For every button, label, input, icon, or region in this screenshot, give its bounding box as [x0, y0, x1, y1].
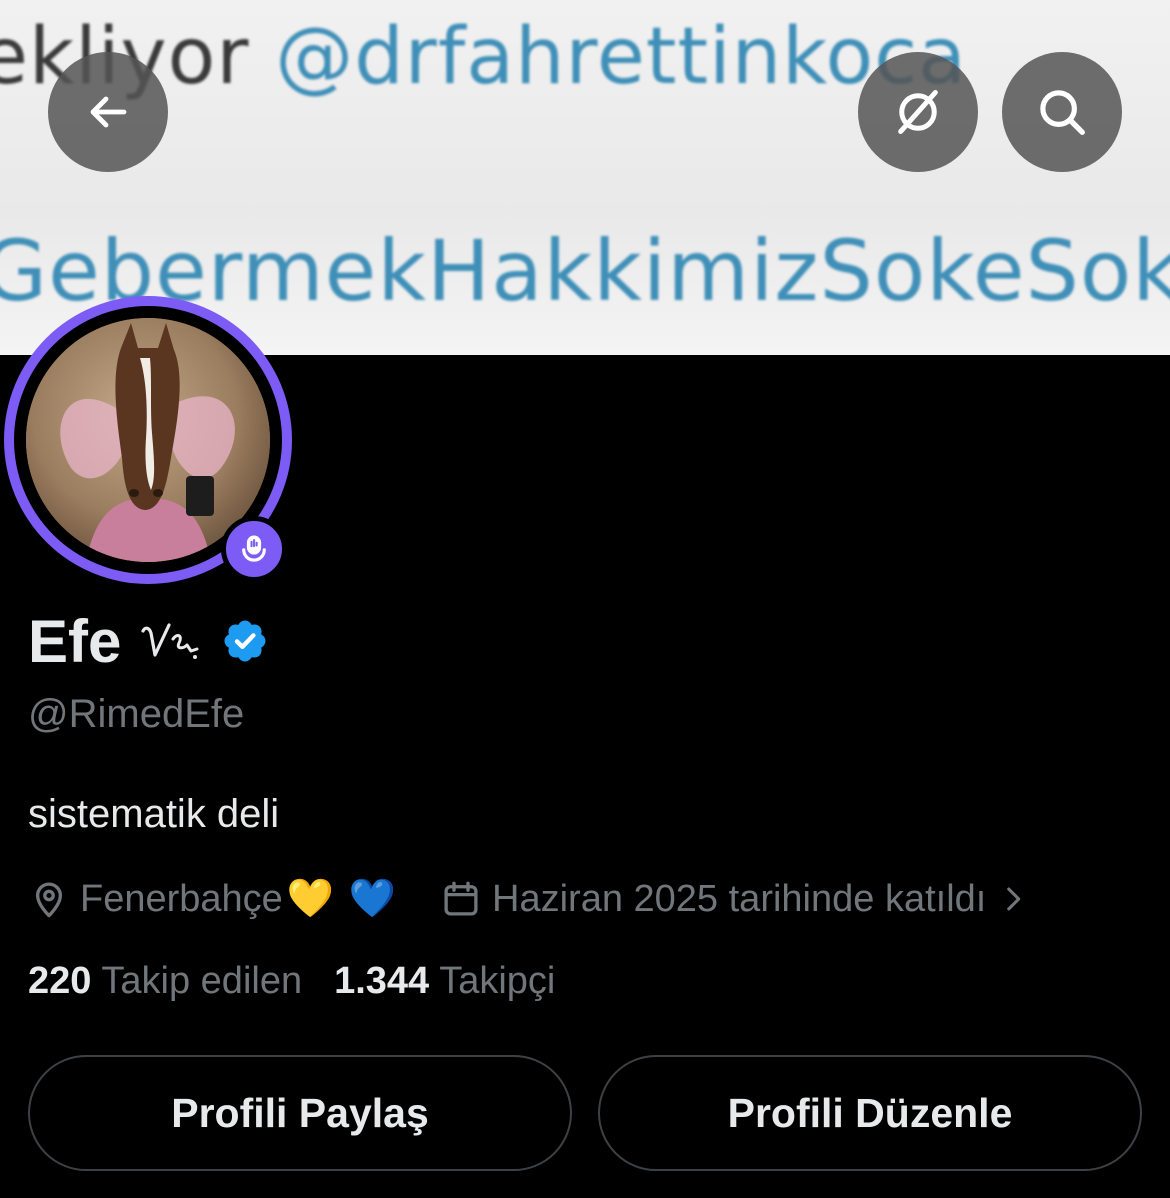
follow-stats: 220 Takip edilen 1.344 Takipçi	[28, 960, 555, 1003]
search-button[interactable]	[1002, 52, 1122, 172]
joined-date[interactable]: Haziran 2025 tarihinde katıldı	[440, 878, 1030, 921]
bio: sistematik deli	[28, 792, 280, 836]
back-button[interactable]	[48, 52, 168, 172]
profile-meta-row: Fenerbahçe 💛 💙 Haziran 2025 tarihinde kat…	[28, 870, 1030, 928]
chevron-right-icon	[1007, 887, 1021, 911]
display-name: Efe	[28, 607, 122, 675]
arrow-left-icon	[90, 96, 127, 128]
location-text: Fenerbahçe	[80, 878, 283, 920]
blue-heart-emoji: 💙	[348, 878, 397, 920]
edit-profile-button[interactable]: Profili Düzenle	[598, 1055, 1142, 1171]
following-count: 220	[28, 960, 92, 1002]
followers-count: 1.344	[334, 960, 430, 1002]
followers-link[interactable]: 1.344 Takipçi	[334, 960, 555, 1003]
joined-text: Haziran 2025 tarihinde katıldı	[492, 877, 987, 920]
spaces-microphone-icon	[242, 535, 266, 562]
user-handle: @RimedEfe	[28, 692, 245, 736]
name-row: Efe	[28, 606, 269, 676]
calendar-icon	[444, 881, 478, 916]
following-label: Takip edilen	[101, 960, 303, 1002]
grok-button[interactable]	[858, 52, 978, 172]
following-link[interactable]: 220 Takip edilen	[28, 960, 302, 1003]
followers-label: Takipçi	[439, 960, 556, 1002]
search-icon	[1040, 90, 1085, 135]
location: Fenerbahçe 💛 💙	[28, 877, 396, 921]
verified-badge-icon[interactable]	[221, 617, 269, 665]
signature-icon	[141, 623, 199, 659]
spaces-badge[interactable]	[221, 516, 287, 582]
location-pin-icon	[35, 882, 63, 918]
yellow-heart-emoji: 💛	[286, 878, 335, 920]
grok-slash-circle-icon	[898, 90, 938, 134]
share-profile-button[interactable]: Profili Paylaş	[28, 1055, 572, 1171]
